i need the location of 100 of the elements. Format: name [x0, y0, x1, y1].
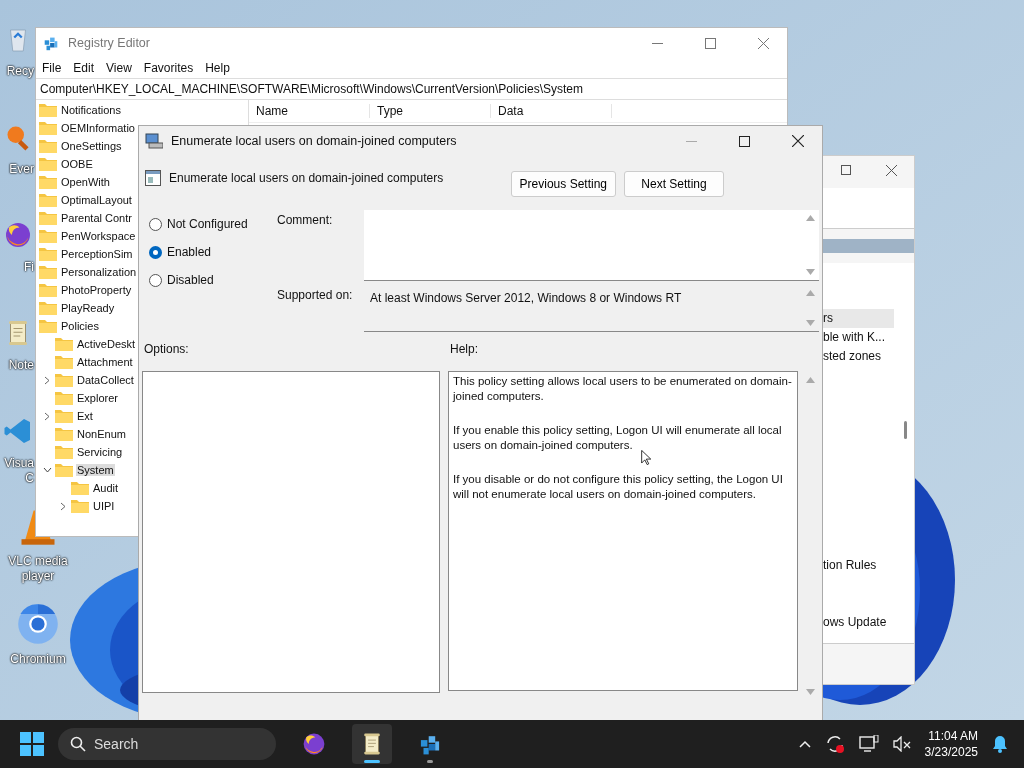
chevron-down-icon[interactable] [42, 467, 52, 473]
scrollbar-thumb[interactable] [904, 421, 907, 439]
tree-item[interactable]: Personalization [60, 266, 138, 278]
folder-icon [55, 355, 73, 369]
tree-item[interactable]: OptimalLayout [60, 194, 133, 206]
radio-button[interactable] [149, 245, 162, 259]
address-bar[interactable]: Computer\HKEY_LOCAL_MACHINE\SOFTWARE\Microsoft\Windows\CurrentVersion\Policies\System [36, 78, 787, 100]
taskbar-app[interactable] [352, 724, 392, 764]
help-paragraph: If you disable or do not configure this policy setting, the Logon UI will not enumerate local users on domain-joined computers. [453, 472, 784, 502]
tree-item[interactable]: PenWorkspace [60, 230, 137, 242]
menu-item[interactable]: File [36, 61, 68, 75]
tree-item[interactable]: NonEnum [76, 428, 127, 440]
folder-icon [39, 229, 57, 243]
field-label: Comment: [277, 212, 334, 229]
window-title: Registry Editor [68, 36, 150, 50]
close-icon[interactable] [792, 135, 804, 147]
column-header[interactable]: Name [249, 104, 370, 118]
options-label: Options: [144, 342, 190, 358]
folder-icon [39, 319, 57, 333]
radio-button[interactable] [149, 217, 162, 231]
radio-label[interactable]: Disabled [167, 273, 214, 287]
list-item[interactable]: ble with K... [823, 328, 894, 347]
tree-item[interactable]: OneSettings [60, 140, 123, 152]
folder-icon [55, 391, 73, 405]
folder-icon [39, 157, 57, 171]
tree-item[interactable]: Parental Contr [60, 212, 133, 224]
folder-icon [39, 139, 57, 153]
policy-document-icon [145, 170, 161, 186]
tree-item[interactable]: Servicing [76, 446, 124, 458]
tree-item[interactable]: DataCollect [76, 374, 135, 386]
folder-icon [55, 463, 73, 477]
nav-button[interactable]: Next Setting [624, 171, 724, 197]
tree-item[interactable]: ActiveDeskt [76, 338, 137, 350]
tree-item[interactable]: Explorer [76, 392, 119, 404]
bell-icon[interactable] [992, 735, 1008, 753]
chevron-right-icon[interactable] [44, 375, 50, 385]
clock-date[interactable]: 3/23/2025 [924, 744, 978, 760]
folder-icon [55, 337, 73, 351]
folder-icon [71, 499, 89, 513]
help-paragraph: This policy setting allows local users to be enumerated on domain-joined computers. [453, 374, 793, 404]
cursor-icon [641, 450, 651, 465]
maximize-icon[interactable] [841, 165, 851, 175]
minimize-icon[interactable] [652, 42, 663, 44]
supported-on-text: At least Windows Server 2012, Windows 8 or Windows RT [369, 290, 682, 307]
folder-icon [55, 373, 73, 387]
list-item[interactable]: ows Update [823, 613, 894, 632]
search-field[interactable]: Search [58, 728, 276, 760]
clock-time[interactable]: 11:04 AM [928, 728, 978, 744]
maximize-icon[interactable] [739, 135, 750, 147]
sync-alert-icon[interactable] [824, 734, 845, 754]
monitor-icon[interactable] [858, 735, 879, 753]
nav-button[interactable]: Previous Setting [510, 171, 616, 197]
speaker-muted-icon[interactable] [892, 736, 911, 752]
tree-item[interactable]: Audit [92, 482, 120, 494]
folder-icon [39, 121, 57, 135]
tree-item[interactable]: PhotoProperty [60, 284, 133, 296]
search-icon [70, 736, 86, 752]
column-header[interactable]: Data [491, 104, 612, 118]
menu-item[interactable]: Favorites [137, 61, 200, 75]
tree-item[interactable]: OEMInformatio [60, 122, 136, 134]
close-icon[interactable] [886, 164, 897, 176]
menu-item[interactable]: View [100, 61, 138, 75]
tree-item[interactable]: UIPI [92, 500, 116, 512]
tree-item[interactable]: OOBE [60, 158, 94, 170]
list-item[interactable]: tion Rules [823, 556, 894, 575]
folder-icon [39, 193, 57, 207]
chevron-right-icon[interactable] [44, 411, 50, 421]
setting-name: Enumerate local users on domain-joined computers [169, 171, 444, 185]
list-item[interactable]: rs [823, 309, 894, 328]
fox-globe-icon [301, 731, 327, 757]
field-label: Supported on: [277, 287, 354, 304]
window-title: Enumerate local users on domain-joined computers [171, 134, 457, 148]
folder-icon [39, 247, 57, 261]
radio-button[interactable] [149, 273, 162, 287]
tree-item[interactable]: System [76, 464, 115, 476]
tree-item[interactable]: Attachment [76, 356, 134, 368]
computer-icon [145, 133, 163, 149]
radio-label[interactable]: Not Configured [167, 217, 248, 231]
tree-item[interactable]: OpenWith [60, 176, 111, 188]
menu-item[interactable]: Help [199, 61, 236, 75]
tree-item[interactable]: Ext [76, 410, 94, 422]
help-label: Help: [450, 342, 478, 358]
windows-logo-icon[interactable] [20, 732, 44, 756]
chevron-up-icon[interactable] [798, 740, 811, 748]
list-item[interactable]: sted zones [823, 347, 894, 366]
fox-globe-icon [3, 220, 33, 250]
tree-item[interactable]: Notifications [60, 104, 122, 116]
folder-icon [39, 265, 57, 279]
tree-item[interactable]: Policies [60, 320, 100, 332]
folder-icon [39, 283, 57, 297]
folder-icon [55, 445, 73, 459]
menu-item[interactable]: Edit [67, 61, 101, 75]
folder-icon [71, 481, 89, 495]
tree-item[interactable]: PlayReady [60, 302, 116, 314]
code-editor-icon [3, 416, 33, 446]
tree-item[interactable]: PerceptionSim [60, 248, 134, 260]
chromium-icon [16, 602, 60, 646]
radio-label[interactable]: Enabled [167, 245, 212, 259]
chevron-right-icon[interactable] [60, 501, 66, 511]
column-header[interactable]: Type [370, 104, 491, 118]
